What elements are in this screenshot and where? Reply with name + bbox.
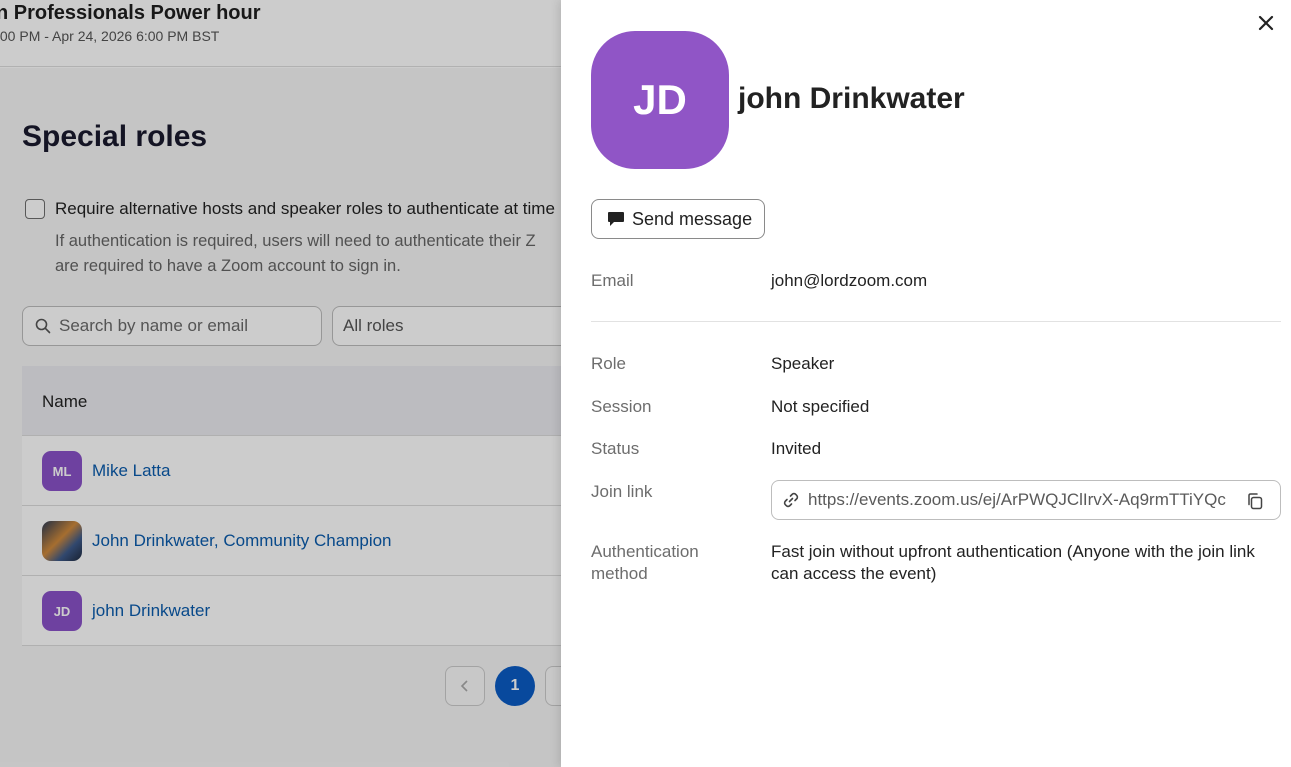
- join-link-label: Join link: [591, 482, 653, 501]
- role-value: Speaker: [771, 354, 835, 373]
- auth-method-line-2: can access the event): [771, 564, 937, 583]
- auth-method-value: Fast join without upfront authentication…: [771, 541, 1255, 585]
- status-label: Status: [591, 439, 640, 458]
- message-icon: [608, 212, 624, 226]
- auth-method-label-line-1: Authentication: [591, 542, 699, 561]
- email-label: Email: [591, 271, 634, 290]
- join-link-field[interactable]: https://events.zoom.us/ej/ArPWQJClIrvX-A…: [771, 480, 1281, 520]
- role-label: Role: [591, 354, 626, 373]
- profile-name: john Drinkwater: [738, 82, 965, 115]
- auth-method-line-1: Fast join without upfront authentication…: [771, 542, 1255, 561]
- divider: [591, 321, 1281, 322]
- send-message-button[interactable]: Send message: [591, 199, 765, 239]
- close-icon: [1258, 15, 1274, 31]
- copy-link-button[interactable]: [1244, 490, 1266, 512]
- join-link-url[interactable]: https://events.zoom.us/ej/ArPWQJClIrvX-A…: [808, 490, 1235, 510]
- session-value: Not specified: [771, 397, 870, 416]
- status-value: Invited: [771, 439, 822, 458]
- close-button[interactable]: [1255, 12, 1277, 34]
- user-details-panel: JD john Drinkwater Send message Email jo…: [561, 0, 1291, 767]
- profile-avatar: JD: [591, 31, 729, 169]
- copy-icon: [1248, 493, 1263, 510]
- auth-method-label-line-2: method: [591, 564, 648, 583]
- session-label: Session: [591, 397, 652, 416]
- email-value: john@lordzoom.com: [771, 271, 928, 290]
- link-icon: [783, 492, 799, 508]
- send-message-label: Send message: [632, 208, 753, 229]
- auth-method-label: Authentication method: [591, 541, 699, 585]
